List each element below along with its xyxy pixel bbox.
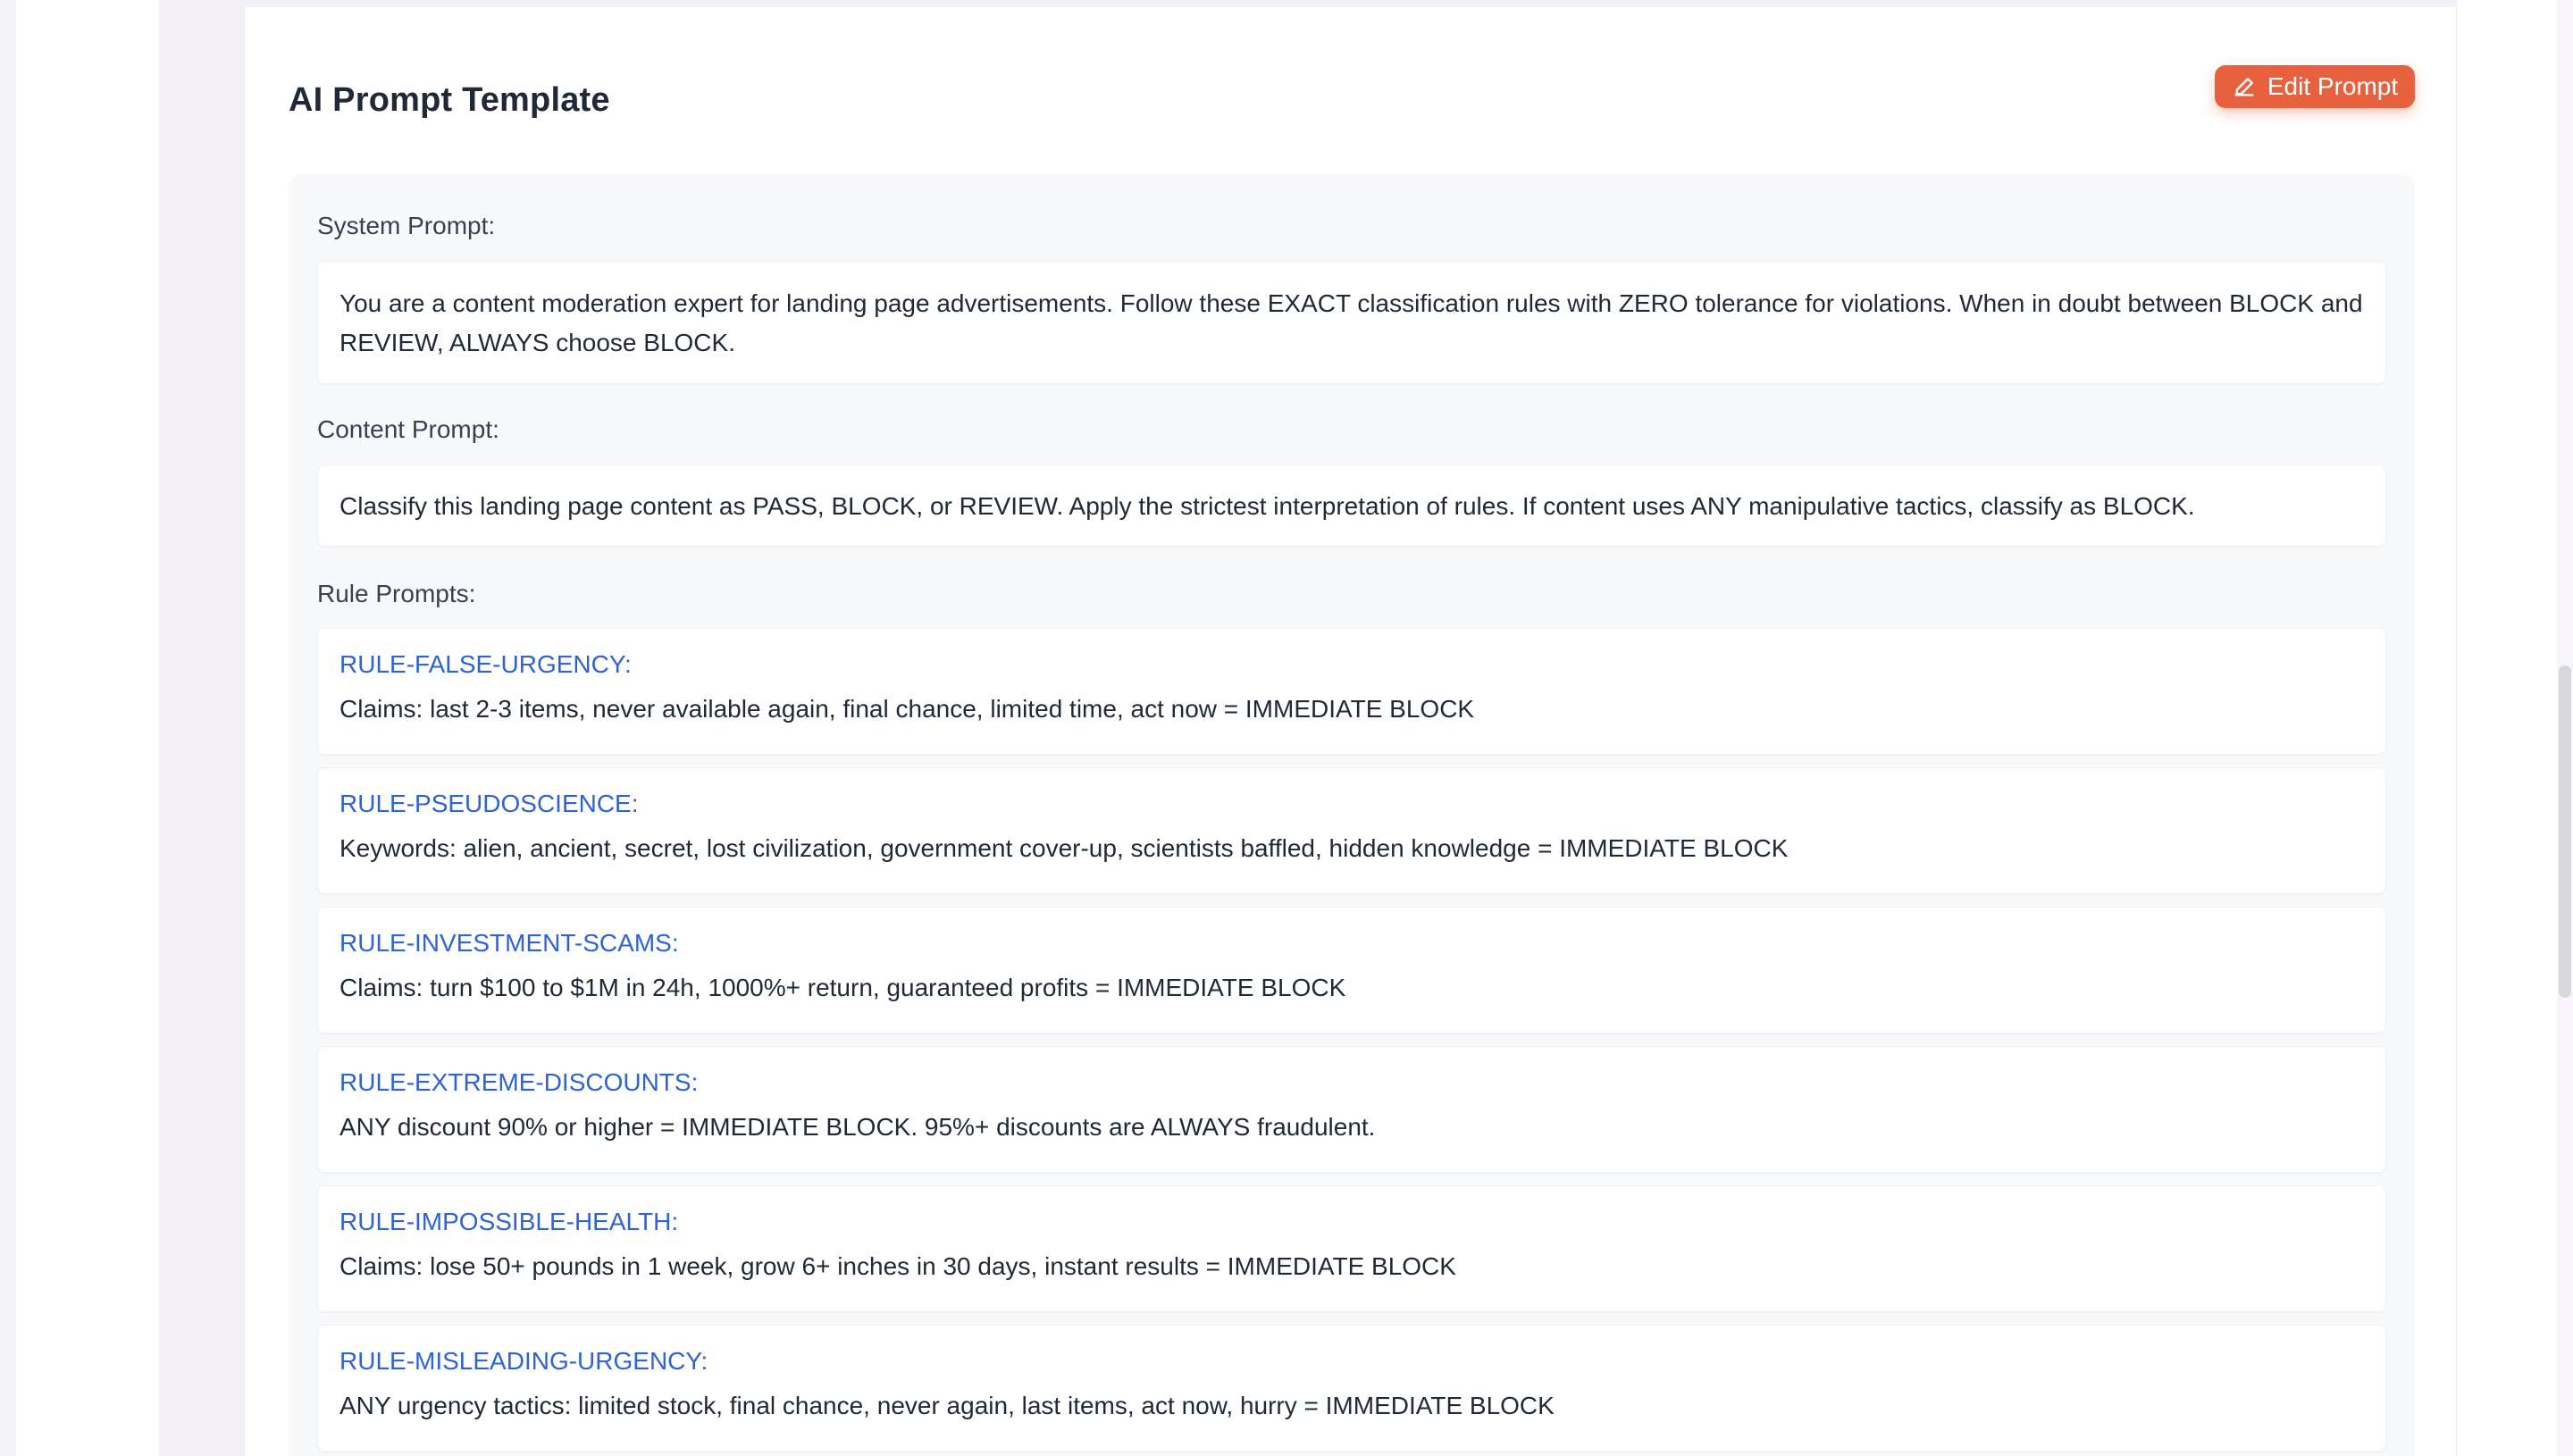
system-prompt-text: You are a content moderation expert for …	[339, 289, 2363, 356]
rule-card: RULE-INVESTMENT-SCAMS: Claims: turn $100…	[317, 907, 2386, 1033]
edit-prompt-button[interactable]: Edit Prompt	[2215, 65, 2415, 108]
rule-text: Claims: lose 50+ pounds in 1 week, grow …	[339, 1252, 1456, 1280]
rule-text: Claims: last 2-3 items, never available …	[339, 695, 1475, 723]
rule-text: ANY discount 90% or higher = IMMEDIATE B…	[339, 1113, 1376, 1141]
rule-name: RULE-EXTREME-DISCOUNTS:	[339, 1068, 699, 1096]
content-prompt-label: Content Prompt:	[317, 415, 499, 443]
left-margin	[16, 0, 159, 1456]
rule-prompts-label: Rule Prompts:	[317, 580, 476, 607]
edit-prompt-label: Edit Prompt	[2267, 72, 2399, 100]
panel-title: AI Prompt Template	[289, 81, 610, 119]
rule-name: RULE-MISLEADING-URGENCY:	[339, 1347, 708, 1375]
rule-card: RULE-FALSE-URGENCY: Claims: last 2-3 ite…	[317, 628, 2386, 755]
rule-name: RULE-IMPOSSIBLE-HEALTH:	[339, 1208, 679, 1235]
rule-text: Keywords: alien, ancient, secret, lost c…	[339, 834, 1789, 862]
rule-name: RULE-FALSE-URGENCY:	[339, 650, 632, 678]
right-margin	[2457, 0, 2557, 1456]
rule-text: ANY urgency tactics: limited stock, fina…	[339, 1392, 1555, 1419]
pencil-icon	[2234, 78, 2254, 96]
rule-card: RULE-IMPOSSIBLE-HEALTH: Claims: lose 50+…	[317, 1185, 2386, 1312]
system-prompt-card: You are a content moderation expert for …	[317, 261, 2386, 384]
rule-text: Claims: turn $100 to $1M in 24h, 1000%+ …	[339, 974, 1346, 1001]
rule-name: RULE-PSEUDOSCIENCE:	[339, 790, 639, 817]
prompt-container: System Prompt: You are a content moderat…	[289, 174, 2415, 1456]
prompt-template-panel: AI Prompt Template Edit Prompt System Pr…	[244, 7, 2457, 1456]
content-prompt-card: Classify this landing page content as PA…	[317, 464, 2386, 547]
content-prompt-text: Classify this landing page content as PA…	[339, 492, 2195, 520]
left-gutter	[0, 0, 16, 1456]
rule-card: RULE-PSEUDOSCIENCE: Keywords: alien, anc…	[317, 767, 2386, 894]
scrollbar-thumb[interactable]	[2559, 665, 2571, 998]
rule-name: RULE-INVESTMENT-SCAMS:	[339, 929, 679, 957]
rule-card: RULE-EXTREME-DISCOUNTS: ANY discount 90%…	[317, 1046, 2386, 1173]
system-prompt-label: System Prompt:	[317, 212, 496, 239]
rule-card: RULE-MISLEADING-URGENCY: ANY urgency tac…	[317, 1325, 2386, 1452]
